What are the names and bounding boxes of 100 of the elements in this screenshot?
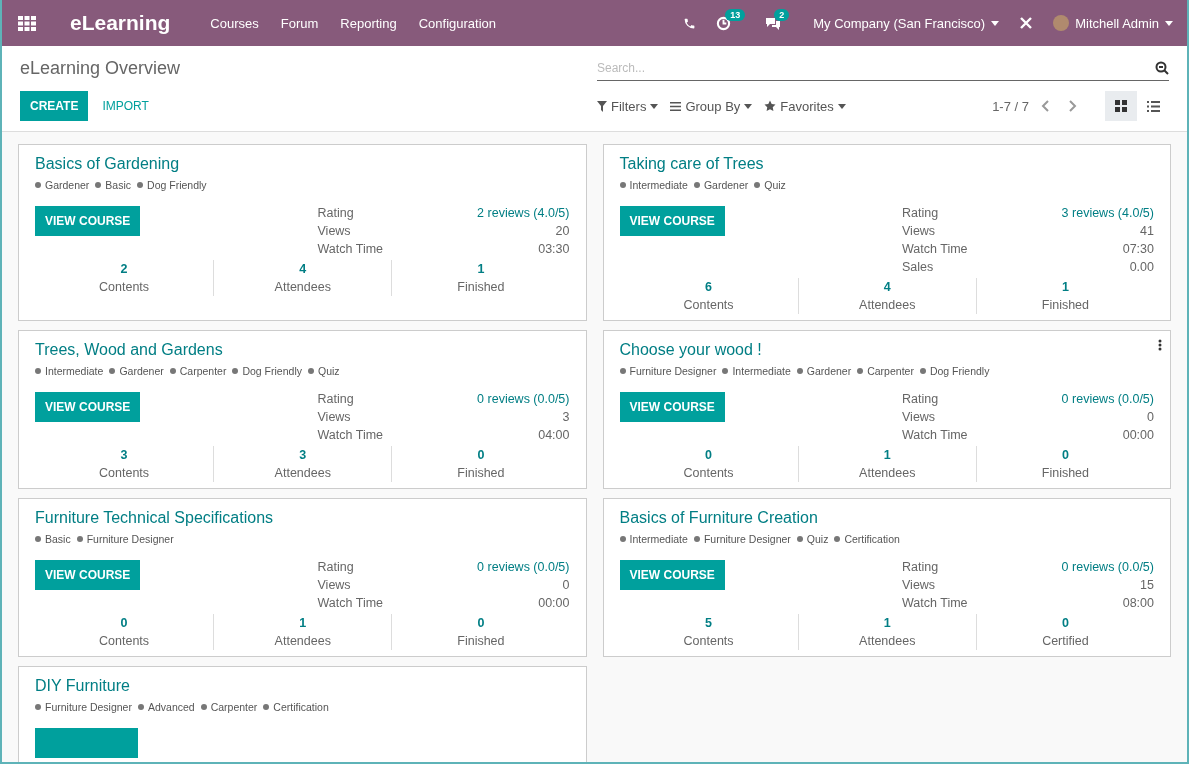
course-title[interactable]: Choose your wood ! xyxy=(619,341,1154,359)
course-title[interactable]: Basics of Furniture Creation xyxy=(619,509,1154,527)
user-menu[interactable]: Mitchell Admin xyxy=(1053,15,1173,31)
stat-label: Attendees xyxy=(274,280,331,294)
stat-label: Attendees xyxy=(859,634,916,648)
tag-dot xyxy=(232,368,239,374)
course-tag: Furniture Designer xyxy=(703,533,791,545)
company-switcher[interactable]: My Company (San Francisco) xyxy=(813,15,1000,31)
filter-dropdown[interactable]: Favorites xyxy=(764,98,858,114)
apps-menu-icon[interactable] xyxy=(18,15,36,31)
course-title[interactable]: Basics of Gardening xyxy=(35,155,570,173)
course-title[interactable]: Trees, Wood and Gardens xyxy=(35,341,570,359)
view-switch-button[interactable] xyxy=(1105,91,1137,121)
search-field[interactable]: Search... xyxy=(597,61,1155,75)
info-label: Views xyxy=(317,410,352,424)
stat-value[interactable]: 3 xyxy=(120,448,128,462)
message-badge: 2 xyxy=(774,9,790,21)
import-button[interactable]: IMPORT xyxy=(92,91,159,121)
menu-item[interactable]: Forum xyxy=(280,15,319,31)
course-tag: Dog Friendly xyxy=(242,365,302,377)
stat-label: Finished xyxy=(1041,466,1090,480)
stat-value[interactable]: 1 xyxy=(1061,280,1069,294)
stat-label: Contents xyxy=(99,466,150,480)
stat-value[interactable]: 5 xyxy=(705,616,713,630)
stat-label: Contents xyxy=(99,280,150,294)
tag-dot xyxy=(693,536,700,542)
stat-value[interactable]: 1 xyxy=(299,616,307,630)
course-title[interactable]: Taking care of Trees xyxy=(619,155,1154,173)
menu-item[interactable]: Configuration xyxy=(418,15,497,31)
stat-value[interactable]: 1 xyxy=(883,448,891,462)
stat-value[interactable]: 0 xyxy=(1061,616,1069,630)
info-label: Views xyxy=(317,224,352,238)
view-course-button[interactable]: VIEW COURSE xyxy=(35,560,141,590)
reviews-link[interactable]: 3 reviews (4.0/5) xyxy=(1044,206,1154,220)
menu-item[interactable]: Courses xyxy=(210,15,259,31)
course-tag: Intermediate xyxy=(629,533,688,545)
stat-value[interactable]: 4 xyxy=(299,262,307,276)
tag-dot xyxy=(95,182,102,188)
view-course-button[interactable]: VIEW COURSE xyxy=(619,560,725,590)
info-label: Rating xyxy=(317,206,355,220)
info-value: 08:00 xyxy=(1121,596,1154,610)
filter-icon xyxy=(597,100,607,112)
stat-value[interactable]: 3 xyxy=(299,448,307,462)
list-icon xyxy=(670,101,682,111)
stat-value[interactable]: 0 xyxy=(1061,448,1069,462)
reviews-link[interactable]: 2 reviews (4.0/5) xyxy=(460,206,570,220)
app-name[interactable]: eLearning xyxy=(70,11,171,35)
reviews-link[interactable]: 0 reviews (0.0/5) xyxy=(1044,560,1154,574)
view-course-button[interactable]: VIEW COURSE xyxy=(619,392,725,422)
tag-dot xyxy=(137,704,144,710)
chevron-right-icon[interactable] xyxy=(1069,100,1077,112)
phone-icon[interactable] xyxy=(683,16,697,30)
chevron-left-icon[interactable] xyxy=(1041,100,1049,112)
create-button[interactable]: CREATE xyxy=(20,91,89,121)
stat-label: Attendees xyxy=(274,466,331,480)
tag-dot xyxy=(834,536,841,542)
filter-dropdown[interactable]: Filters xyxy=(597,98,671,114)
info-label: Watch Time xyxy=(317,428,385,442)
stat-value[interactable]: 1 xyxy=(883,616,891,630)
course-tag: Basic xyxy=(45,533,71,545)
menu-item[interactable]: Reporting xyxy=(340,15,397,31)
course-tag: Dog Friendly xyxy=(929,365,990,377)
kebab-menu-icon[interactable] xyxy=(1158,339,1162,351)
avatar xyxy=(1053,15,1070,31)
caret-icon xyxy=(837,103,846,109)
course-title[interactable]: DIY Furniture xyxy=(35,677,570,695)
chat-icon[interactable] xyxy=(765,16,782,30)
filter-dropdown[interactable]: Group By xyxy=(670,98,765,114)
stat-value[interactable]: 0 xyxy=(477,616,485,630)
stat-value[interactable]: 1 xyxy=(477,262,485,276)
stat-value[interactable]: 2 xyxy=(120,262,128,276)
tag-dot xyxy=(619,536,626,542)
info-value: 0.00 xyxy=(1128,260,1154,274)
stat-label: Attendees xyxy=(859,298,916,312)
info-value: 00:00 xyxy=(537,596,570,610)
view-course-button[interactable]: VIEW COURSE xyxy=(35,392,141,422)
view-course-button[interactable]: VIEW COURSE xyxy=(619,206,725,236)
course-title[interactable]: Furniture Technical Specifications xyxy=(35,509,570,527)
tag-dot xyxy=(137,182,144,188)
tag-dot xyxy=(754,182,761,188)
course-tag: Gardener xyxy=(703,179,749,191)
stat-value[interactable]: 4 xyxy=(883,280,891,294)
course-tag: Gardener xyxy=(45,179,90,191)
reviews-link[interactable]: 0 reviews (0.0/5) xyxy=(460,560,570,574)
stat-value[interactable]: 0 xyxy=(705,448,713,462)
activity-badge: 13 xyxy=(725,8,746,21)
reviews-link[interactable]: 0 reviews (0.0/5) xyxy=(460,392,570,406)
stat-label: Finished xyxy=(1041,298,1090,312)
grid-icon xyxy=(1115,100,1127,112)
reviews-link[interactable]: 0 reviews (0.0/5) xyxy=(1044,392,1154,406)
stat-label: Contents xyxy=(683,466,734,480)
clock-icon[interactable] xyxy=(716,15,732,31)
tag-dot xyxy=(796,368,803,374)
stat-value[interactable]: 6 xyxy=(705,280,713,294)
tag-dot xyxy=(35,182,41,188)
stat-value[interactable]: 0 xyxy=(477,448,485,462)
search-icon[interactable] xyxy=(1155,61,1169,75)
view-course-button[interactable]: VIEW COURSE xyxy=(35,206,141,236)
info-label: Watch Time xyxy=(902,596,969,610)
stat-value[interactable]: 0 xyxy=(120,616,128,630)
